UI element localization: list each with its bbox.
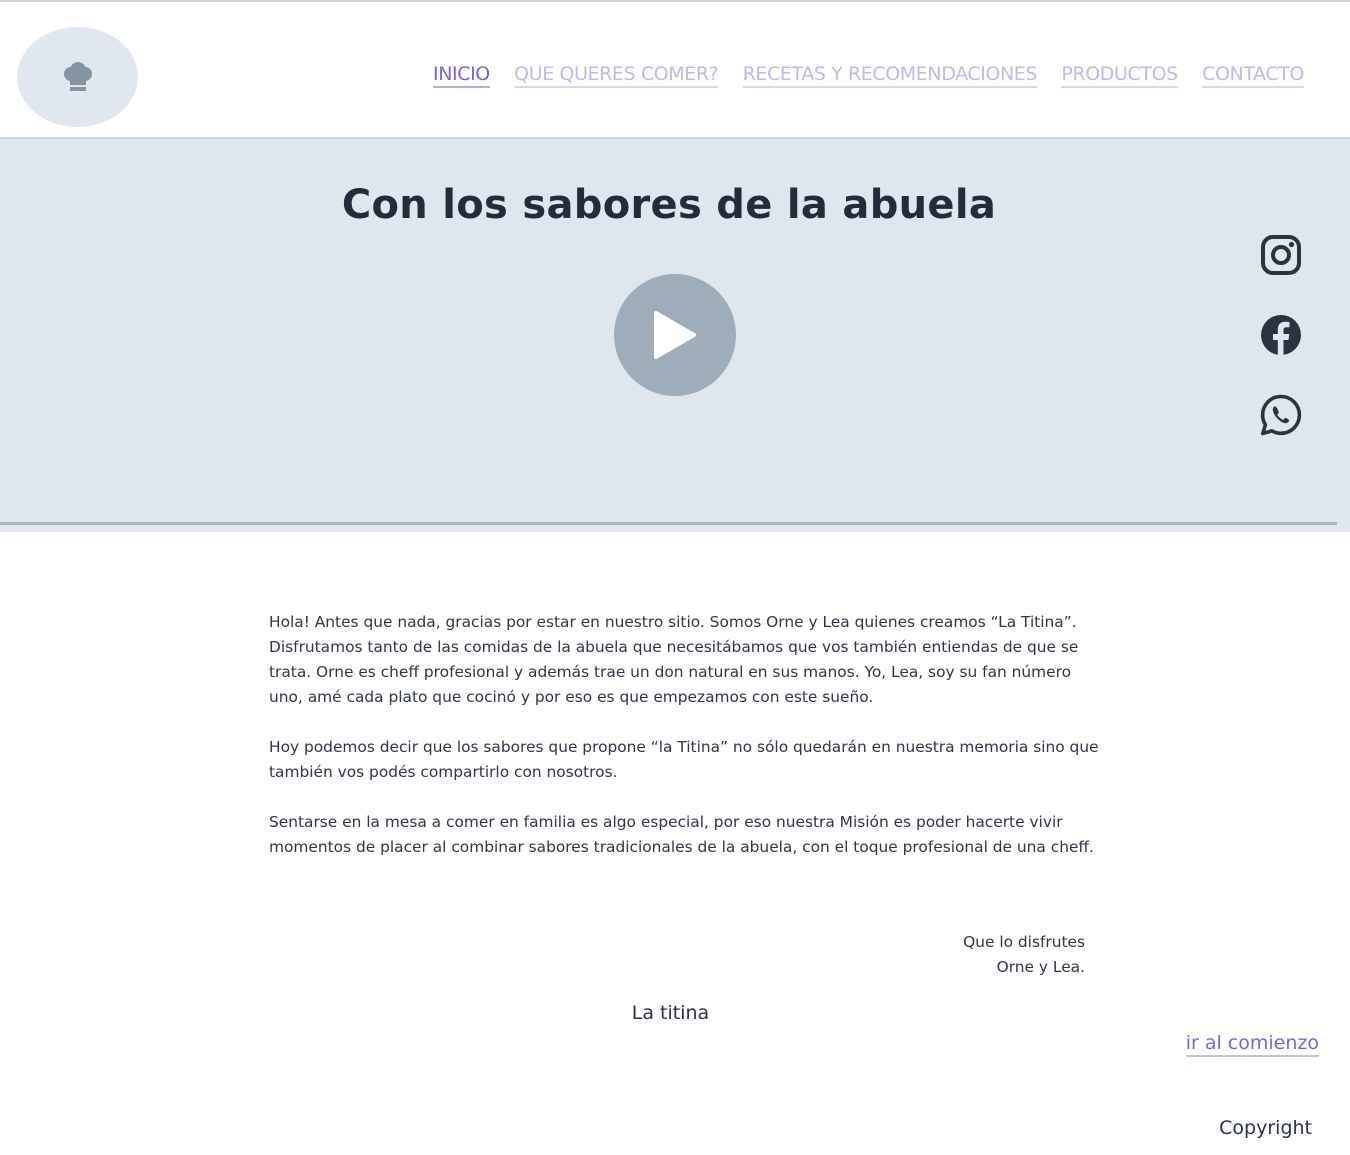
nav-que-queres-comer[interactable]: QUE QUERES COMER?: [514, 63, 719, 88]
page: INICIO QUE QUERES COMER? RECETAS Y RECOM…: [0, 0, 1350, 1155]
play-icon: [654, 311, 696, 359]
instagram-link[interactable]: [1259, 233, 1303, 277]
facebook-icon: [1261, 315, 1301, 355]
hero-title: Con los sabores de la abuela: [341, 182, 997, 228]
nav-inicio[interactable]: INICIO: [433, 63, 490, 88]
hero-section: Con los sabores de la abuela: [0, 139, 1350, 532]
nav-contacto[interactable]: CONTACTO: [1202, 63, 1304, 88]
intro-paragraph: Hoy podemos decir que los sabores que pr…: [269, 738, 1099, 781]
back-to-top-link[interactable]: ir al comienzo: [1185, 1032, 1319, 1057]
nav-recetas[interactable]: RECETAS Y RECOMENDACIONES: [742, 63, 1037, 88]
footer-brand: La titina: [631, 1002, 710, 1024]
copyright-text: Copyright: [1219, 1117, 1312, 1139]
instagram-icon: [1261, 235, 1301, 275]
facebook-link[interactable]: [1259, 313, 1303, 357]
signoff-signature: Orne y Lea.: [996, 958, 1085, 976]
hero-divider: [0, 522, 1337, 525]
site-header: INICIO QUE QUERES COMER? RECETAS Y RECOM…: [0, 0, 1350, 139]
intro-text: Hola! Antes que nada, gracias por estar …: [269, 610, 1101, 885]
main-nav: INICIO QUE QUERES COMER? RECETAS Y RECOM…: [433, 63, 1304, 88]
chef-hat-icon: [63, 62, 92, 91]
logo[interactable]: [17, 27, 138, 127]
signoff: Que lo disfrutes Orne y Lea.: [860, 930, 1085, 980]
intro-paragraph: Sentarse en la mesa a comer en familia e…: [269, 813, 1094, 856]
signoff-line: Que lo disfrutes: [963, 933, 1085, 951]
whatsapp-icon: [1260, 394, 1302, 436]
intro-paragraph: Hola! Antes que nada, gracias por estar …: [269, 613, 1079, 706]
nav-productos[interactable]: PRODUCTOS: [1061, 63, 1178, 88]
whatsapp-link[interactable]: [1259, 393, 1303, 437]
video-play-button[interactable]: [614, 274, 736, 396]
